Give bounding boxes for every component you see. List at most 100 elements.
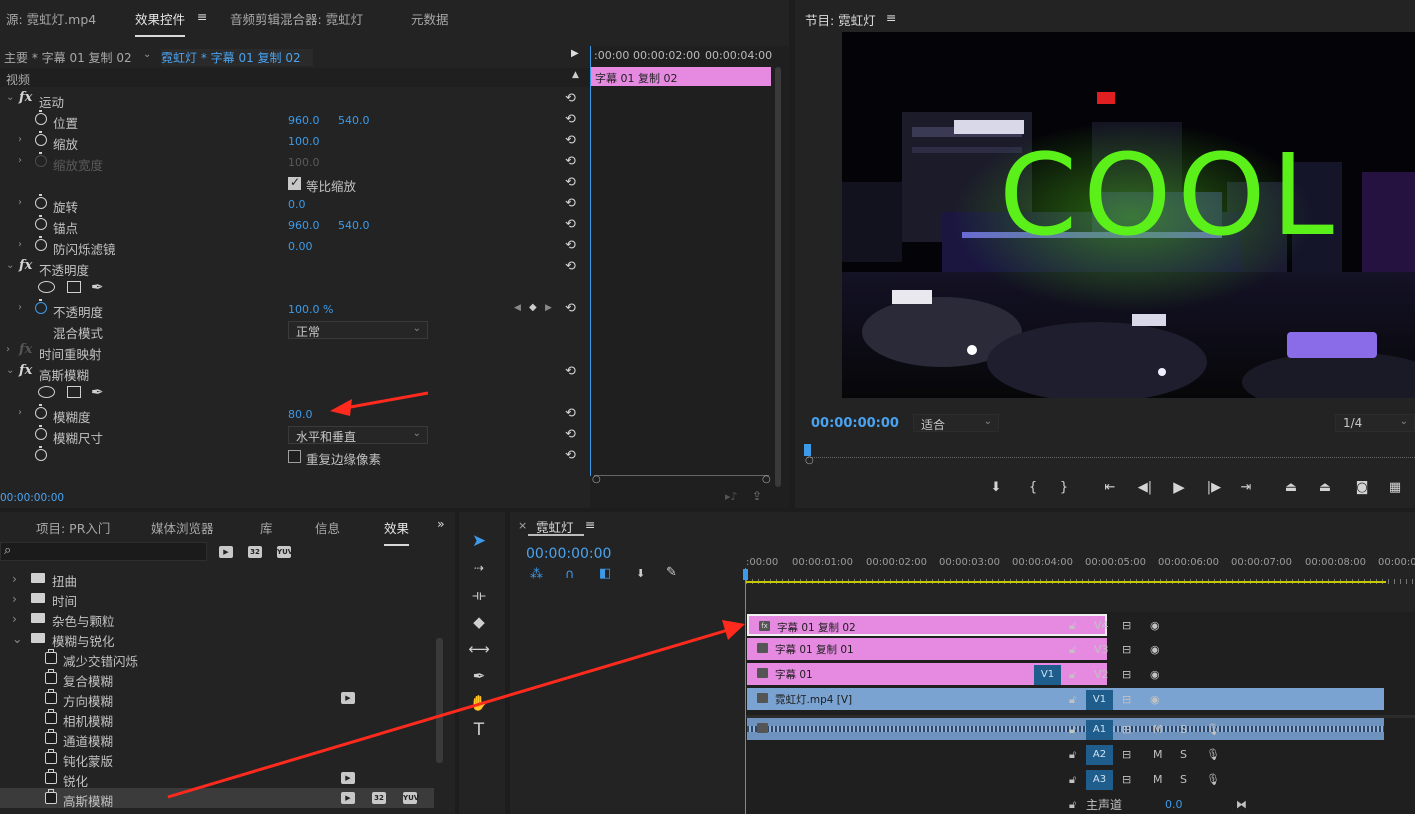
reset-icon[interactable]: ⟲ xyxy=(565,259,576,274)
fx-icon[interactable]: fx xyxy=(19,363,32,378)
timeline-timecode[interactable]: 00:00:00:00 xyxy=(526,546,611,562)
32bit-effects-icon[interactable]: 32 xyxy=(248,546,262,558)
fx-icon[interactable]: fx xyxy=(19,90,32,105)
chevron-down-icon[interactable]: ⌄ xyxy=(6,92,14,103)
tab-info[interactable]: 信息 xyxy=(315,518,340,537)
tab-source[interactable]: 源: 霓虹灯.mp4 xyxy=(6,9,96,28)
chevron-right-icon[interactable]: › xyxy=(18,407,22,418)
sequence-menu-icon[interactable]: ≡ xyxy=(585,517,595,532)
step-back-icon[interactable]: ◀| xyxy=(1135,480,1155,495)
chevron-right-icon[interactable]: › xyxy=(18,134,22,145)
reset-icon[interactable]: ⟲ xyxy=(565,196,576,211)
effect-controls-timecode[interactable]: 00:00:00:00 xyxy=(0,492,64,504)
playhead-handle[interactable] xyxy=(743,569,748,580)
stopwatch-icon[interactable] xyxy=(35,215,47,230)
chevron-down-icon[interactable]: ⌄ xyxy=(6,365,14,376)
stopwatch-icon[interactable] xyxy=(35,236,47,251)
chevron-down-icon[interactable]: ⌄ xyxy=(143,49,151,60)
sync-lock-icon[interactable]: ⊟ xyxy=(1122,748,1131,761)
chevron-right-icon[interactable]: › xyxy=(18,302,22,313)
microphone-icon[interactable]: 🎙︎ xyxy=(1206,748,1220,761)
tree-folder-time[interactable]: › 时间 xyxy=(0,588,446,609)
extract-icon[interactable]: ⏏ xyxy=(1315,480,1335,495)
tab-media-browser[interactable]: 媒体浏览器 xyxy=(151,518,214,537)
stopwatch-icon[interactable] xyxy=(35,299,47,314)
ripple-edit-tool-icon[interactable]: ⟛ xyxy=(468,584,490,606)
track-target-a3[interactable]: A3 xyxy=(1086,770,1113,790)
tree-folder-blur-sharpen[interactable]: ⌄ 模糊与锐化 xyxy=(0,628,446,649)
mini-playhead[interactable] xyxy=(590,46,591,476)
blend-mode-dropdown[interactable]: 正常 ⌄ xyxy=(288,321,428,339)
tree-effect-camera-blur[interactable]: 相机模糊 xyxy=(0,708,446,729)
stopwatch-icon[interactable] xyxy=(35,446,47,461)
tree-effect-channel-blur[interactable]: 通道模糊 xyxy=(0,728,446,749)
lock-icon[interactable]: 🔓︎ xyxy=(1069,723,1076,737)
repeat-edge-checkbox[interactable] xyxy=(288,450,301,463)
reset-icon[interactable]: ⟲ xyxy=(565,217,576,232)
program-scrub-ruler[interactable] xyxy=(807,448,1415,458)
collapse-up-icon[interactable]: ▲ xyxy=(572,70,579,80)
fit-dropdown[interactable]: 适合 ⌄ xyxy=(913,414,999,432)
track-target-a2[interactable]: A2 xyxy=(1086,745,1113,765)
position-x-value[interactable]: 960.0 xyxy=(288,114,320,127)
eye-icon[interactable]: ◉ xyxy=(1150,668,1160,681)
play-icon[interactable]: ▶ xyxy=(1169,478,1189,496)
tab-effect-controls[interactable]: 效果控件 xyxy=(135,9,186,37)
resolution-dropdown[interactable]: 1/4 ⌄ xyxy=(1335,414,1415,432)
razor-tool-icon[interactable]: ◆ xyxy=(468,611,490,633)
lock-icon[interactable]: 🔓︎ xyxy=(1069,773,1076,787)
opacity-value[interactable]: 100.0 % xyxy=(288,303,333,316)
chevron-right-icon[interactable]: › xyxy=(18,239,22,250)
go-to-out-icon[interactable]: ⇥ xyxy=(1236,480,1256,495)
track-target-a1[interactable]: A1 xyxy=(1086,720,1113,740)
antiflicker-value[interactable]: 0.00 xyxy=(288,240,313,253)
reset-icon[interactable]: ⟲ xyxy=(565,364,576,379)
eye-icon[interactable]: ◉ xyxy=(1150,619,1160,632)
add-keyframe-icon[interactable]: ◆ xyxy=(529,302,537,313)
mute-button[interactable]: M xyxy=(1153,773,1163,786)
position-y-value[interactable]: 540.0 xyxy=(338,114,370,127)
stopwatch-icon[interactable] xyxy=(35,194,47,209)
mini-zoom-bar[interactable] xyxy=(594,475,769,483)
tab-menu-icon[interactable]: ≡ xyxy=(197,9,207,24)
accelerated-effects-icon[interactable]: ▶ xyxy=(219,546,233,558)
lock-icon[interactable]: 🔓︎ xyxy=(1069,798,1076,812)
reset-icon[interactable]: ⟲ xyxy=(565,238,576,253)
sync-lock-icon[interactable]: ⊟ xyxy=(1122,773,1131,786)
mini-scrollbar[interactable] xyxy=(775,67,781,487)
stopwatch-icon[interactable] xyxy=(35,404,47,419)
chevron-right-icon[interactable]: › xyxy=(12,611,17,626)
effects-scrollbar[interactable] xyxy=(436,638,443,763)
play-arrow-icon[interactable]: ▶ xyxy=(571,48,579,59)
effect-motion[interactable]: ⌄ fx 运动 ⟲ xyxy=(0,89,590,110)
pen-mask-icon[interactable]: ✒ xyxy=(91,383,104,401)
track-target-v1[interactable]: V1 xyxy=(1086,690,1113,710)
fx-icon[interactable]: fx xyxy=(19,258,32,273)
chevron-right-icon[interactable]: › xyxy=(12,571,17,586)
chevron-right-icon[interactable]: › xyxy=(6,344,10,355)
rectangle-mask-icon[interactable] xyxy=(67,281,81,293)
tree-effect-reduce-interlace-flicker[interactable]: 减少交错闪烁 xyxy=(0,648,446,669)
track-label[interactable]: V4 xyxy=(1094,619,1109,632)
lock-icon[interactable]: 🔓︎ xyxy=(1069,619,1076,633)
mute-button[interactable]: M xyxy=(1153,723,1163,736)
export-frame-icon[interactable]: ⇪ xyxy=(752,489,762,503)
effect-gaussian-blur[interactable]: ⌄ fx 高斯模糊 ⟲ xyxy=(0,362,590,383)
zoom-handle-left[interactable]: ○ xyxy=(592,474,601,485)
eye-icon[interactable]: ◉ xyxy=(1150,693,1160,706)
lift-icon[interactable]: ⏏ xyxy=(1281,480,1301,495)
snap-icon[interactable]: ∩ xyxy=(565,567,575,582)
yuv-effects-icon[interactable]: YUV xyxy=(277,546,293,558)
scale-value[interactable]: 100.0 xyxy=(288,135,320,148)
program-menu-icon[interactable]: ≡ xyxy=(886,10,896,25)
go-to-in-icon[interactable]: ⇤ xyxy=(1100,480,1120,495)
go-to-end-icon[interactable]: ⧓ xyxy=(1236,798,1247,811)
tree-folder-noise-grain[interactable]: › 杂色与颗粒 xyxy=(0,608,446,629)
tree-effect-gaussian-blur[interactable]: 高斯模糊 ▶ 32 YUV xyxy=(0,788,434,809)
stopwatch-icon[interactable] xyxy=(35,425,47,440)
uniform-scale-checkbox[interactable] xyxy=(288,175,301,190)
stopwatch-icon[interactable] xyxy=(35,110,47,125)
tree-effect-compound-blur[interactable]: 复合模糊 xyxy=(0,668,446,689)
zoom-handle-right[interactable]: ○ xyxy=(762,474,771,485)
sync-lock-icon[interactable]: ⊟ xyxy=(1122,668,1131,681)
